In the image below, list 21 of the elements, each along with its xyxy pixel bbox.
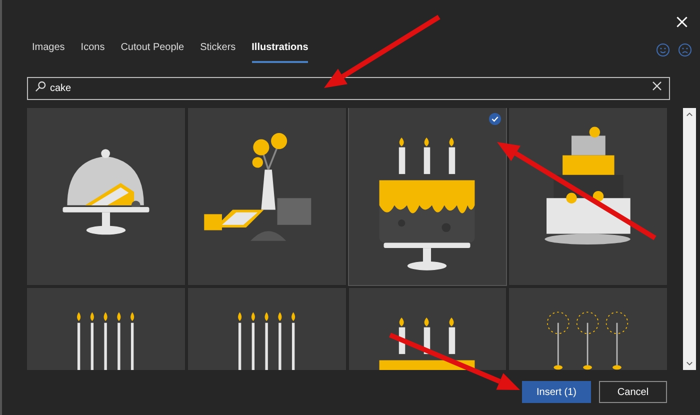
tab[interactable]: Cutout People [120, 40, 184, 63]
insert-button[interactable]: Insert (1) [522, 381, 591, 403]
illustration-tile[interactable] [27, 108, 185, 285]
frown-icon[interactable] [678, 43, 692, 57]
tab[interactable]: Images [32, 40, 65, 63]
tab[interactable]: Stickers [200, 40, 236, 63]
illustration-tile[interactable] [188, 108, 346, 285]
cancel-button[interactable]: Cancel [599, 381, 667, 403]
illustration-tile[interactable] [509, 108, 667, 285]
scroll-down-icon[interactable] [686, 361, 693, 366]
close-icon [676, 16, 688, 28]
clear-icon[interactable] [652, 81, 662, 91]
tab[interactable]: Icons [80, 40, 105, 63]
check-icon [489, 113, 502, 125]
search-icon [35, 81, 46, 92]
tab[interactable]: Illustrations [252, 40, 308, 63]
search-field[interactable]: cake [27, 77, 670, 100]
scroll-up-icon[interactable] [686, 112, 693, 117]
illustration-tile[interactable] [348, 108, 506, 285]
scrollbar[interactable] [683, 108, 696, 370]
smiley-icon[interactable] [656, 43, 670, 57]
